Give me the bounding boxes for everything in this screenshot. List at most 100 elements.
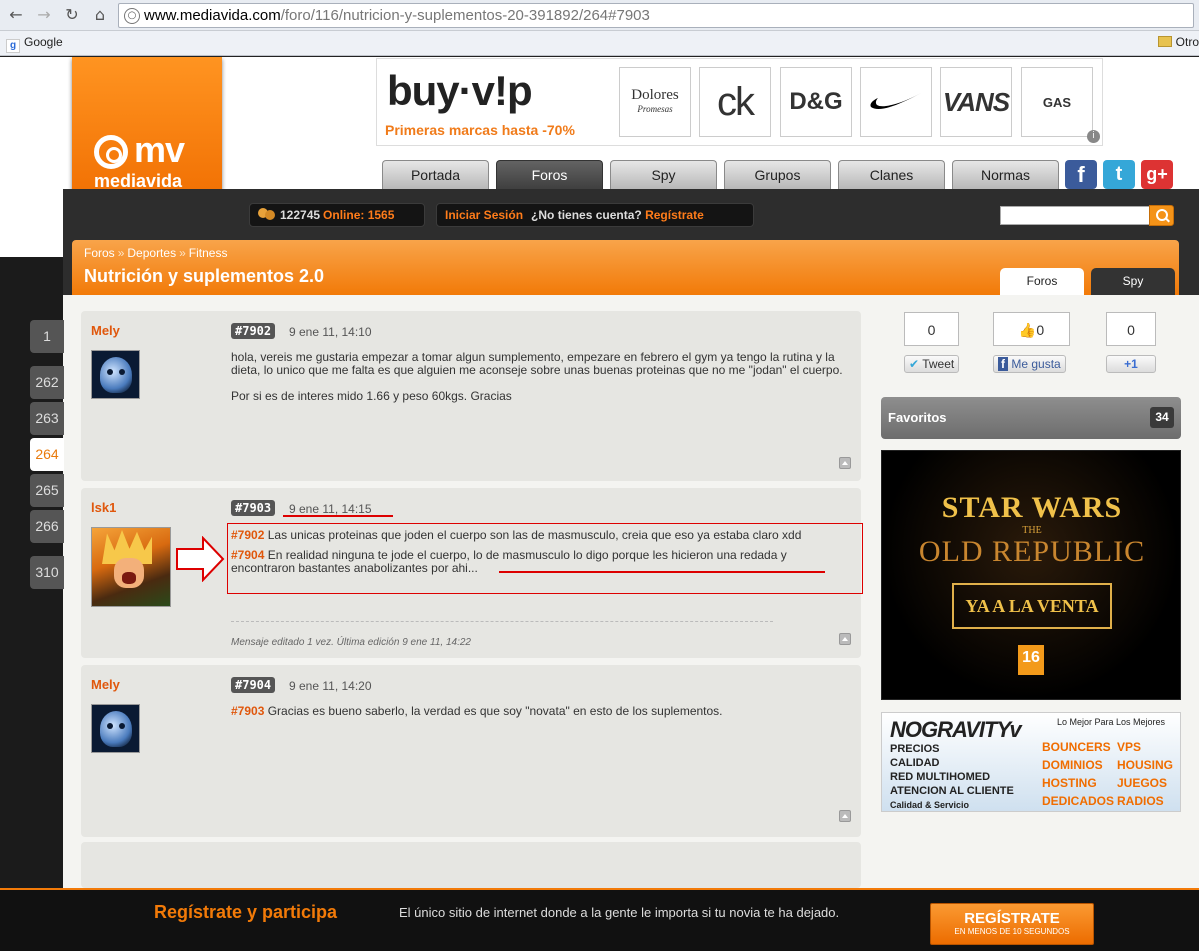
brand-dolores: Dolores Promesas: [619, 67, 691, 137]
register-footer-bar: Regístrate y participa El único sitio de…: [0, 888, 1199, 951]
favoritos-label: Favoritos: [888, 410, 947, 425]
post-date: 9 ene 11, 14:20: [289, 679, 372, 693]
page-link-310[interactable]: 310: [30, 556, 64, 589]
swtor-subtitle: OLD REPUBLIC: [918, 535, 1146, 568]
google-icon: g: [6, 39, 20, 53]
breadcrumb-deportes[interactable]: Deportes: [127, 246, 176, 260]
register-button[interactable]: REGÍSTRATE EN MENOS DE 10 SEGUNDOS: [930, 903, 1094, 945]
users-icon: [258, 208, 276, 220]
twitter-icon[interactable]: t: [1103, 160, 1135, 189]
scroll-top-icon[interactable]: [839, 810, 851, 822]
breadcrumb: Foros» Deportes» Fitness: [84, 246, 228, 260]
online-stats: 122745 Online: 1565: [249, 203, 425, 227]
globe-icon: ○: [124, 8, 140, 24]
nike-swoosh-icon: [860, 67, 932, 137]
post-placeholder: [81, 842, 861, 888]
nogravity-ad[interactable]: NOGRAVITYv Lo Mejor Para Los Mejores PRE…: [881, 712, 1181, 812]
page-link-264-current[interactable]: 264: [30, 438, 64, 471]
brand-dg: D&G: [780, 67, 852, 137]
reload-icon[interactable]: ↻: [62, 5, 82, 25]
post-number[interactable]: #7904: [231, 677, 276, 693]
brand-ck: ck: [699, 67, 771, 137]
breadcrumb-foros[interactable]: Foros: [84, 246, 115, 260]
like-button[interactable]: f Me gusta: [993, 355, 1066, 373]
page-link-1[interactable]: 1: [30, 320, 64, 353]
favoritos-panel[interactable]: Favoritos 34: [881, 397, 1181, 439]
scroll-top-icon[interactable]: [839, 457, 851, 469]
logo-mv-text: mv: [134, 129, 185, 170]
tab-normas[interactable]: Normas: [952, 160, 1059, 189]
facebook-icon[interactable]: f: [1065, 160, 1097, 189]
tab-foros[interactable]: Foros: [496, 160, 603, 189]
page-title: Nutrición y suplementos 2.0: [84, 266, 325, 286]
plus-one-button[interactable]: +1: [1106, 355, 1156, 373]
page-link-266[interactable]: 266: [30, 510, 64, 543]
nogravity-services: BOUNCERS DOMINIOS HOSTING DEDICADOS: [1042, 740, 1115, 808]
annotation-box: [227, 523, 863, 594]
divider: [231, 621, 773, 622]
avatar[interactable]: [91, 350, 140, 399]
search-input[interactable]: [1000, 206, 1150, 225]
annotation-underline: [283, 515, 393, 517]
post-author[interactable]: Mely: [91, 323, 120, 338]
post-7902: Mely #7902 9 ene 11, 14:10 hola, vereis …: [81, 311, 861, 481]
tab-portada[interactable]: Portada: [382, 160, 489, 189]
google-plus-icon[interactable]: g+: [1141, 160, 1173, 189]
plus-count: 0: [1106, 312, 1156, 346]
home-icon[interactable]: ⌂: [90, 5, 110, 25]
twitter-icon: ✔: [909, 357, 920, 371]
tweet-button[interactable]: ✔ Tweet: [904, 355, 960, 373]
post-number[interactable]: #7903: [231, 500, 276, 516]
tab-spy[interactable]: Spy: [610, 160, 717, 189]
header-tab-spy[interactable]: Spy: [1091, 268, 1175, 295]
bookmarks-bar: g Google Otro: [0, 31, 1199, 56]
tweet-count: 0: [904, 312, 959, 346]
avatar[interactable]: [91, 527, 171, 607]
swtor-cta: YA A LA VENTA: [952, 583, 1112, 629]
nogravity-logo: NOGRAVITYv: [890, 717, 1022, 742]
header-tab-foros[interactable]: Foros: [1000, 268, 1084, 295]
scroll-top-icon[interactable]: [839, 633, 851, 645]
buyvip-ad-banner[interactable]: buy·v!p Primeras marcas hasta -70% Dolor…: [376, 58, 1103, 146]
footer-text: El único sitio de internet donde a la ge…: [399, 905, 840, 920]
post-body: #7903 Gracias es bueno saberlo, la verda…: [231, 704, 723, 718]
register-link[interactable]: Regístrate: [645, 208, 704, 222]
folder-icon: [1157, 36, 1172, 47]
ad-info-icon[interactable]: i: [1087, 130, 1100, 143]
footer-title: Regístrate y participa: [154, 902, 338, 922]
post-number[interactable]: #7902: [231, 323, 276, 339]
post-author[interactable]: lsk1: [91, 500, 116, 515]
page-link-263[interactable]: 263: [30, 402, 64, 435]
favoritos-count: 34: [1150, 407, 1174, 428]
swtor-title: STAR WARS: [941, 491, 1123, 524]
quote-ref[interactable]: #7903: [231, 704, 264, 718]
address-bar[interactable]: ○ www.mediavida.com/foro/116/nutricion-y…: [118, 3, 1194, 28]
bookmark-other[interactable]: Otro: [1157, 35, 1199, 49]
tab-clanes[interactable]: Clanes: [838, 160, 945, 189]
post-author[interactable]: Mely: [91, 677, 120, 692]
nogravity-features: PRECIOS CALIDAD RED MULTIHOMED ATENCION …: [890, 743, 1014, 810]
forward-icon[interactable]: →: [34, 5, 54, 25]
breadcrumb-fitness[interactable]: Fitness: [189, 246, 228, 260]
facebook-icon: f: [998, 357, 1008, 371]
brand-vans: VANS: [940, 67, 1012, 137]
page-link-262[interactable]: 262: [30, 366, 64, 399]
buyvip-tagline: Primeras marcas hasta -70%: [385, 122, 575, 138]
annotation-arrow-icon: [176, 536, 225, 582]
post-body: hola, vereis me gustaria empezar a tomar…: [231, 350, 843, 403]
buyvip-logo: buy·v!p: [387, 67, 533, 114]
url-text: www.mediavida.com/foro/116/nutricion-y-s…: [144, 7, 650, 24]
logo-ring-icon: [94, 135, 128, 169]
annotation-underline: [499, 571, 825, 573]
post-date: 9 ene 11, 14:10: [289, 325, 372, 339]
avatar[interactable]: [91, 704, 140, 753]
login-link[interactable]: Iniciar Sesión: [445, 208, 523, 222]
swtor-ad[interactable]: STAR WARS THE OLD REPUBLIC YA A LA VENTA…: [881, 450, 1181, 700]
search-icon[interactable]: [1149, 205, 1174, 226]
login-bar: Iniciar Sesión ¿No tienes cuenta? Regístr…: [436, 203, 754, 227]
page-link-265[interactable]: 265: [30, 474, 64, 507]
bookmark-google[interactable]: g Google: [6, 35, 63, 53]
pegi-rating: 16: [1018, 645, 1044, 675]
back-icon[interactable]: ←: [6, 5, 26, 25]
tab-grupos[interactable]: Grupos: [724, 160, 831, 189]
